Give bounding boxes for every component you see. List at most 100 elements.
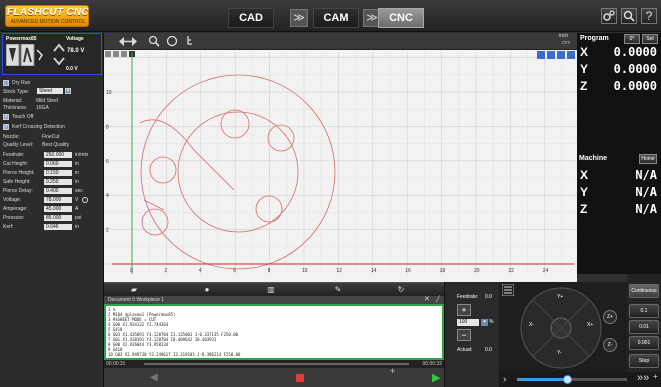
back-icon[interactable]: ◀ bbox=[150, 372, 158, 383]
fast-forward-icon[interactable]: »» bbox=[637, 372, 649, 384]
pan-arrows-icon[interactable] bbox=[118, 36, 138, 47]
jog-x-plus-button[interactable]: X+ bbox=[587, 322, 593, 328]
material-value: Mild Steel bbox=[36, 98, 58, 104]
param-label: Pressure: bbox=[3, 215, 25, 221]
touch-off-checkbox[interactable]: ✓ bbox=[3, 114, 9, 120]
cut-settings-panel: Powermax85 Voltage 78.0 V 0.0 V Dry Run … bbox=[0, 33, 104, 387]
barcode-icon[interactable]: ▥ bbox=[265, 285, 277, 295]
units-toggle[interactable]: inch bbox=[559, 33, 568, 39]
feedrate-panel: Feedrate: 0.0 + 100 ▾ % − Actual: 0.0 bbox=[444, 282, 499, 387]
pressure-field[interactable]: 85.000 bbox=[44, 215, 72, 221]
plus-icon[interactable]: + bbox=[653, 372, 658, 381]
gcode-document-title: Document 0 Workpiece 1 bbox=[108, 297, 165, 303]
stop-button[interactable] bbox=[296, 374, 304, 382]
stock-type-label: Stock Type: bbox=[3, 89, 30, 95]
kerf-field[interactable]: 0.046 bbox=[44, 224, 72, 230]
y-tick-label: 10 bbox=[106, 90, 112, 96]
toolpath-graph[interactable]: 0 2 4 6 8 10 12 14 16 18 20 22 24 2 4 6 8 10 bbox=[104, 50, 580, 282]
percent-sign: % bbox=[489, 319, 494, 325]
feedrate-label: Feedrate: bbox=[457, 294, 479, 300]
actual-value: 0.0 bbox=[485, 347, 492, 353]
safe-height-field[interactable]: 0.250 bbox=[44, 179, 72, 185]
step-continuous-button[interactable]: Continuous bbox=[629, 284, 659, 298]
set-button[interactable]: Set bbox=[642, 34, 658, 44]
home-button[interactable]: Home bbox=[639, 154, 657, 164]
step-0-001-button[interactable]: 0.001 bbox=[629, 336, 659, 350]
machine-label: Machine bbox=[579, 155, 608, 162]
chevron-down-icon[interactable]: ▾ bbox=[481, 319, 488, 326]
gcode-line[interactable]: 10 G03 X2.949730 Y3.249617 I3.319103 J-0… bbox=[108, 352, 440, 357]
plus-icon[interactable]: + bbox=[390, 366, 395, 376]
reload-icon[interactable]: ↻ bbox=[395, 285, 407, 295]
jog-x-minus-button[interactable]: X- bbox=[529, 322, 534, 328]
remaining-time: 00:00:32 bbox=[422, 361, 442, 367]
view-icon[interactable] bbox=[121, 51, 127, 57]
feedrate-decrease-button[interactable]: − bbox=[457, 329, 471, 341]
view-mode-icon[interactable] bbox=[557, 51, 565, 59]
amperage-field[interactable]: 45.000 bbox=[44, 206, 72, 212]
jog-z-plus-button[interactable]: Z+ bbox=[603, 310, 617, 324]
view-rotate-icon[interactable] bbox=[166, 35, 178, 47]
cnc-mode-button[interactable]: CNC bbox=[378, 8, 424, 28]
feedrate-field[interactable]: 250.000 bbox=[44, 152, 72, 158]
progress-track[interactable] bbox=[144, 363, 409, 365]
param-label: Cut Height: bbox=[3, 161, 29, 167]
zero-button[interactable]: 0° bbox=[624, 34, 640, 44]
chevron-down-icon[interactable] bbox=[53, 56, 65, 66]
dry-run-checkbox[interactable] bbox=[3, 80, 9, 86]
nozzle-value: FineCut bbox=[42, 134, 60, 140]
speed-fill bbox=[517, 378, 567, 381]
cam-mode-button[interactable]: CAM bbox=[313, 8, 359, 28]
edit-icon[interactable]: ✎ bbox=[332, 285, 344, 295]
view-mode-icon[interactable] bbox=[547, 51, 555, 59]
search-icon[interactable] bbox=[621, 8, 637, 24]
help-icon[interactable]: ? bbox=[641, 8, 657, 24]
view-icon[interactable] bbox=[113, 51, 119, 57]
gcode-listing[interactable]: 1 % 2 M104 $plasma1 (Powermax85) 3 #$SHE… bbox=[104, 304, 444, 360]
save-file-icon[interactable]: ● bbox=[201, 285, 213, 295]
feedrate-increase-button[interactable]: + bbox=[457, 304, 471, 316]
open-file-icon[interactable]: ▰ bbox=[128, 285, 140, 295]
view-mode-icon[interactable] bbox=[537, 51, 545, 59]
chevron-down-icon[interactable]: ▾ bbox=[65, 88, 71, 94]
step-0-01-button[interactable]: 0.01 bbox=[629, 320, 659, 334]
cad-mode-button[interactable]: CAD bbox=[228, 8, 274, 28]
kerf-detection-checkbox[interactable]: ✓ bbox=[3, 124, 9, 130]
jog-y-minus-button[interactable]: Y- bbox=[557, 350, 562, 356]
step-button[interactable]: Step bbox=[629, 354, 659, 368]
pierce-delay-field[interactable]: 0.400 bbox=[44, 188, 72, 194]
voltage-field[interactable]: 78.000 bbox=[44, 197, 72, 203]
param-label: Kerf: bbox=[3, 224, 14, 230]
feedrate-value: 0.0 bbox=[485, 294, 492, 300]
stock-type-select[interactable]: Sheet bbox=[37, 88, 63, 94]
param-label: Amperage: bbox=[3, 206, 28, 212]
jog-z-minus-button[interactable]: Z- bbox=[603, 338, 617, 352]
close-icon[interactable]: ✕ bbox=[424, 296, 430, 304]
jog-y-plus-button[interactable]: Y+ bbox=[557, 294, 563, 300]
playback-controls: ◀ + ▶ bbox=[104, 366, 444, 387]
y-tick-label: 2 bbox=[106, 228, 109, 234]
param-unit: V bbox=[75, 197, 79, 203]
refresh-icon[interactable] bbox=[81, 196, 89, 204]
chevron-right-icon[interactable]: › bbox=[503, 374, 506, 385]
zoom-icon[interactable] bbox=[148, 35, 160, 47]
param-unit: A bbox=[75, 206, 79, 212]
param-label: Feedrate: bbox=[3, 152, 25, 158]
step-0-1-button[interactable]: 0.1 bbox=[629, 304, 659, 318]
feedrate-percent-input[interactable]: 100 bbox=[457, 319, 479, 326]
chevron-up-icon[interactable] bbox=[53, 43, 65, 53]
logo-subtitle: ADVANCED MOTION CONTROL bbox=[10, 19, 86, 25]
pencil-icon[interactable]: ╱ bbox=[436, 296, 440, 304]
speed-knob[interactable] bbox=[562, 375, 572, 384]
probe-icon[interactable] bbox=[184, 35, 196, 47]
pierce-height-field[interactable]: 0.150 bbox=[44, 170, 72, 176]
speed-track[interactable] bbox=[517, 375, 627, 384]
view-icon[interactable] bbox=[105, 51, 111, 57]
gcode-header: Document 0 Workpiece 1 ✕ ╱ bbox=[104, 296, 444, 304]
cut-height-field[interactable]: 0.060 bbox=[44, 161, 72, 167]
play-button[interactable]: ▶ bbox=[432, 371, 440, 384]
flashcut-logo: FLASHCUT CNC ADVANCED MOTION CONTROL bbox=[5, 5, 89, 27]
menu-icon[interactable] bbox=[502, 284, 514, 296]
view-mode-icon[interactable] bbox=[567, 51, 575, 59]
gear-icon[interactable] bbox=[601, 8, 617, 24]
